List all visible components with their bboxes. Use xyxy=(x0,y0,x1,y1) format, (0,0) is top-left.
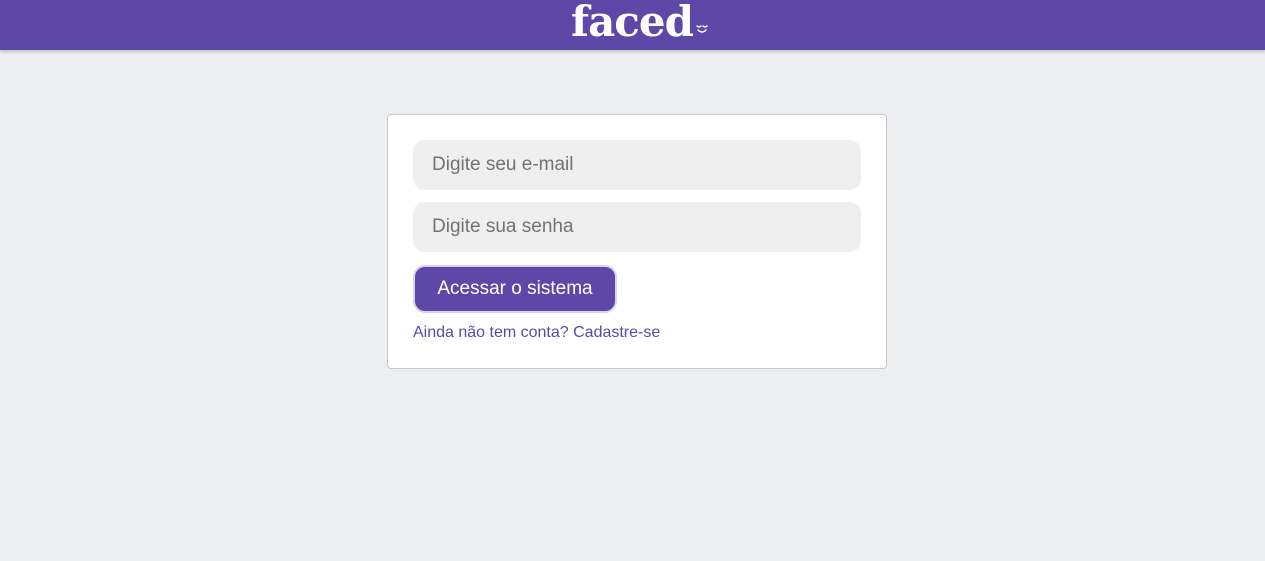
smile-icon xyxy=(695,21,709,39)
login-card: Acessar o sistema Ainda não tem conta? C… xyxy=(387,114,887,369)
top-header: faced xyxy=(0,0,1265,50)
signup-link[interactable]: Ainda não tem conta? Cadastre-se xyxy=(413,324,660,342)
login-button[interactable]: Acessar o sistema xyxy=(413,265,617,313)
logo-text: faced xyxy=(571,0,694,46)
password-field[interactable] xyxy=(413,202,861,252)
logo[interactable]: faced xyxy=(571,0,709,50)
email-field[interactable] xyxy=(413,140,861,190)
